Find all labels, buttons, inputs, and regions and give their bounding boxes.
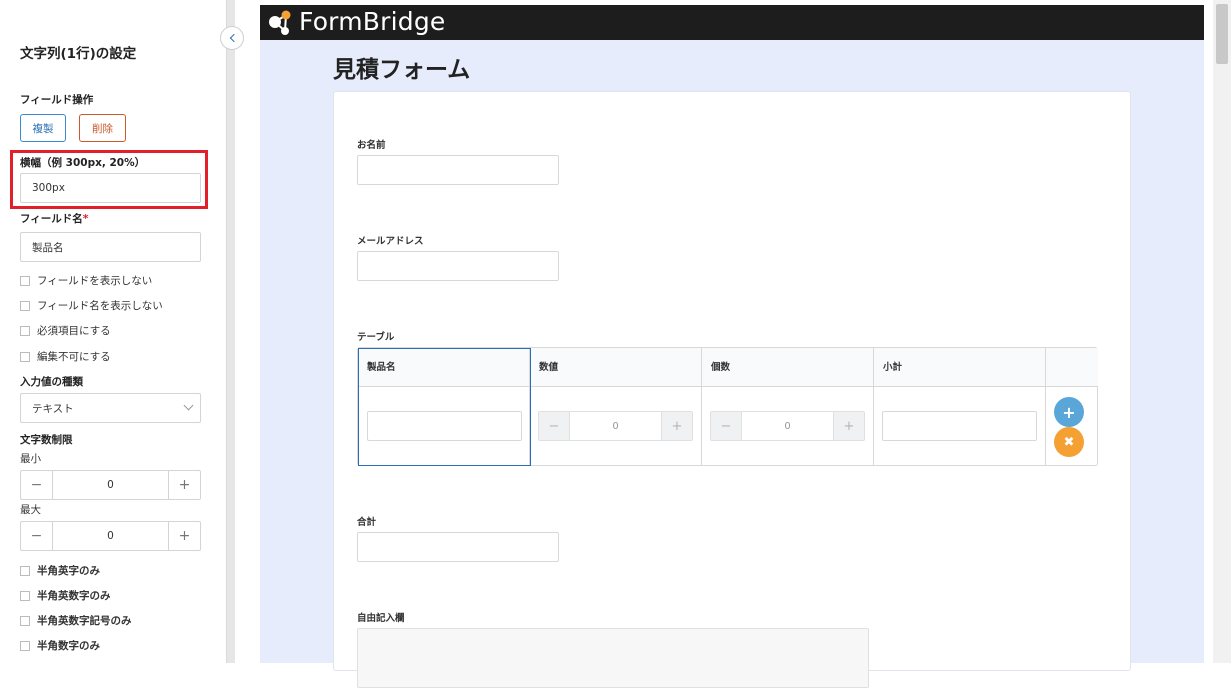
minus-button[interactable]: − xyxy=(21,522,52,550)
checkbox-box[interactable] xyxy=(20,615,30,626)
minus-button[interactable]: − xyxy=(21,471,52,499)
selected-column-outline xyxy=(358,348,531,466)
checkbox-required[interactable]: 必須項目にする xyxy=(20,323,111,338)
table-cell-number: − 0 + xyxy=(530,387,702,466)
panel-splitter[interactable] xyxy=(226,0,235,663)
subtotal-cell-input[interactable] xyxy=(882,411,1037,441)
form-card: お名前 メールアドレス テーブル 製品名 数値 個数 小計 − 0 + − 0 … xyxy=(333,91,1131,688)
checkbox-box[interactable] xyxy=(20,325,30,336)
add-row-button[interactable]: + xyxy=(1054,397,1084,427)
minus-button[interactable]: − xyxy=(539,412,569,440)
table-label: テーブル xyxy=(357,332,395,343)
count-stepper[interactable]: − 0 + xyxy=(710,411,865,441)
vertical-scrollbar[interactable] xyxy=(1213,0,1231,663)
max-label: 最大 xyxy=(20,504,41,516)
field-ops-label: フィールド操作 xyxy=(20,94,94,106)
table-header-count: 個数 xyxy=(702,348,874,387)
plus-button[interactable]: + xyxy=(662,412,692,440)
table-header-subtotal: 小計 xyxy=(874,348,1046,387)
free-text-label: 自由記入欄 xyxy=(357,613,405,624)
scrollbar-thumb[interactable] xyxy=(1216,4,1228,64)
char-limit-label: 文字数制限 xyxy=(20,434,73,446)
checkbox-label: 編集不可にする xyxy=(37,351,111,363)
checkbox-hide-field[interactable]: フィールドを表示しない xyxy=(20,273,152,288)
max-value[interactable]: 0 xyxy=(52,522,169,550)
checkbox-label: 必須項目にする xyxy=(37,325,111,337)
checkbox-box[interactable] xyxy=(20,590,30,601)
collapse-panel-button[interactable] xyxy=(220,26,244,50)
brand-name: FormBridge xyxy=(299,7,446,36)
name-input[interactable] xyxy=(357,155,559,185)
form-title: 見積フォーム xyxy=(333,57,471,83)
input-type-value: テキスト xyxy=(32,402,74,415)
checkbox-alnum-symbol-only[interactable]: 半角英数字記号のみ xyxy=(20,613,132,628)
min-label: 最小 xyxy=(20,453,41,465)
chevron-down-icon xyxy=(183,400,194,411)
checkbox-label: 半角英数字のみ xyxy=(37,590,111,602)
chevron-left-icon xyxy=(229,33,238,43)
table-cell-count: − 0 + xyxy=(702,387,874,466)
checkbox-alpha-only[interactable]: 半角英字のみ xyxy=(20,563,100,578)
plus-button[interactable]: + xyxy=(834,412,864,440)
checkbox-label: フィールドを表示しない xyxy=(37,275,153,287)
input-type-select[interactable]: テキスト xyxy=(20,393,201,423)
plus-button[interactable]: + xyxy=(169,522,200,550)
table-header-number: 数値 xyxy=(530,348,702,387)
total-label: 合計 xyxy=(357,517,377,528)
field-name-input[interactable]: 製品名 xyxy=(20,232,201,262)
plus-button[interactable]: + xyxy=(169,471,200,499)
formbridge-logo-icon xyxy=(269,10,291,35)
field-name-label: フィールド名* xyxy=(20,211,89,226)
remove-row-button[interactable]: ✖ xyxy=(1054,427,1084,457)
email-input[interactable] xyxy=(357,251,559,281)
delete-button[interactable]: 削除 xyxy=(79,114,126,142)
checkbox-box[interactable] xyxy=(20,565,30,576)
checkbox-label: 半角英字のみ xyxy=(37,565,100,577)
checkbox-label: 半角英数字記号のみ xyxy=(37,615,132,627)
checkbox-box[interactable] xyxy=(20,640,30,651)
checkbox-label: 半角数字のみ xyxy=(37,640,100,652)
product-table: 製品名 数値 個数 小計 − 0 + − 0 + + ✖ xyxy=(357,347,1098,466)
checkbox-box[interactable] xyxy=(20,351,30,362)
form-preview: FormBridge 見積フォーム お名前 メールアドレス テーブル 製品名 数… xyxy=(260,5,1204,688)
max-stepper[interactable]: − 0 + xyxy=(20,521,201,551)
field-name-label-text: フィールド名 xyxy=(20,213,83,225)
checkbox-hide-field-name[interactable]: フィールド名を表示しない xyxy=(20,298,163,313)
name-label: お名前 xyxy=(357,140,386,151)
checkbox-readonly[interactable]: 編集不可にする xyxy=(20,349,111,364)
panel-title: 文字列(1行)の設定 xyxy=(20,46,137,62)
min-value[interactable]: 0 xyxy=(52,471,169,499)
number-value[interactable]: 0 xyxy=(569,412,662,440)
width-label: 横幅（例 300px, 20%） xyxy=(20,157,146,169)
required-mark: * xyxy=(82,212,89,225)
table-cell-subtotal xyxy=(874,387,1046,466)
copy-button[interactable]: 複製 xyxy=(20,114,66,142)
free-text-area[interactable] xyxy=(357,628,869,688)
min-stepper[interactable]: − 0 + xyxy=(20,470,201,500)
checkbox-alnum-only[interactable]: 半角英数字のみ xyxy=(20,588,111,603)
table-header-actions xyxy=(1046,348,1098,387)
minus-button[interactable]: − xyxy=(711,412,741,440)
brand-bar: FormBridge xyxy=(260,5,1204,40)
count-value[interactable]: 0 xyxy=(741,412,834,440)
settings-panel: 文字列(1行)の設定 フィールド操作 複製 削除 横幅（例 300px, 20%… xyxy=(0,0,226,663)
checkbox-box[interactable] xyxy=(20,275,30,286)
checkbox-label: フィールド名を表示しない xyxy=(37,300,163,312)
width-input[interactable]: 300px xyxy=(20,173,201,203)
email-label: メールアドレス xyxy=(357,236,424,247)
checkbox-digits-only[interactable]: 半角数字のみ xyxy=(20,638,100,653)
input-type-label: 入力値の種類 xyxy=(20,376,83,388)
checkbox-box[interactable] xyxy=(20,300,30,311)
number-stepper[interactable]: − 0 + xyxy=(538,411,693,441)
total-input[interactable] xyxy=(357,532,559,562)
